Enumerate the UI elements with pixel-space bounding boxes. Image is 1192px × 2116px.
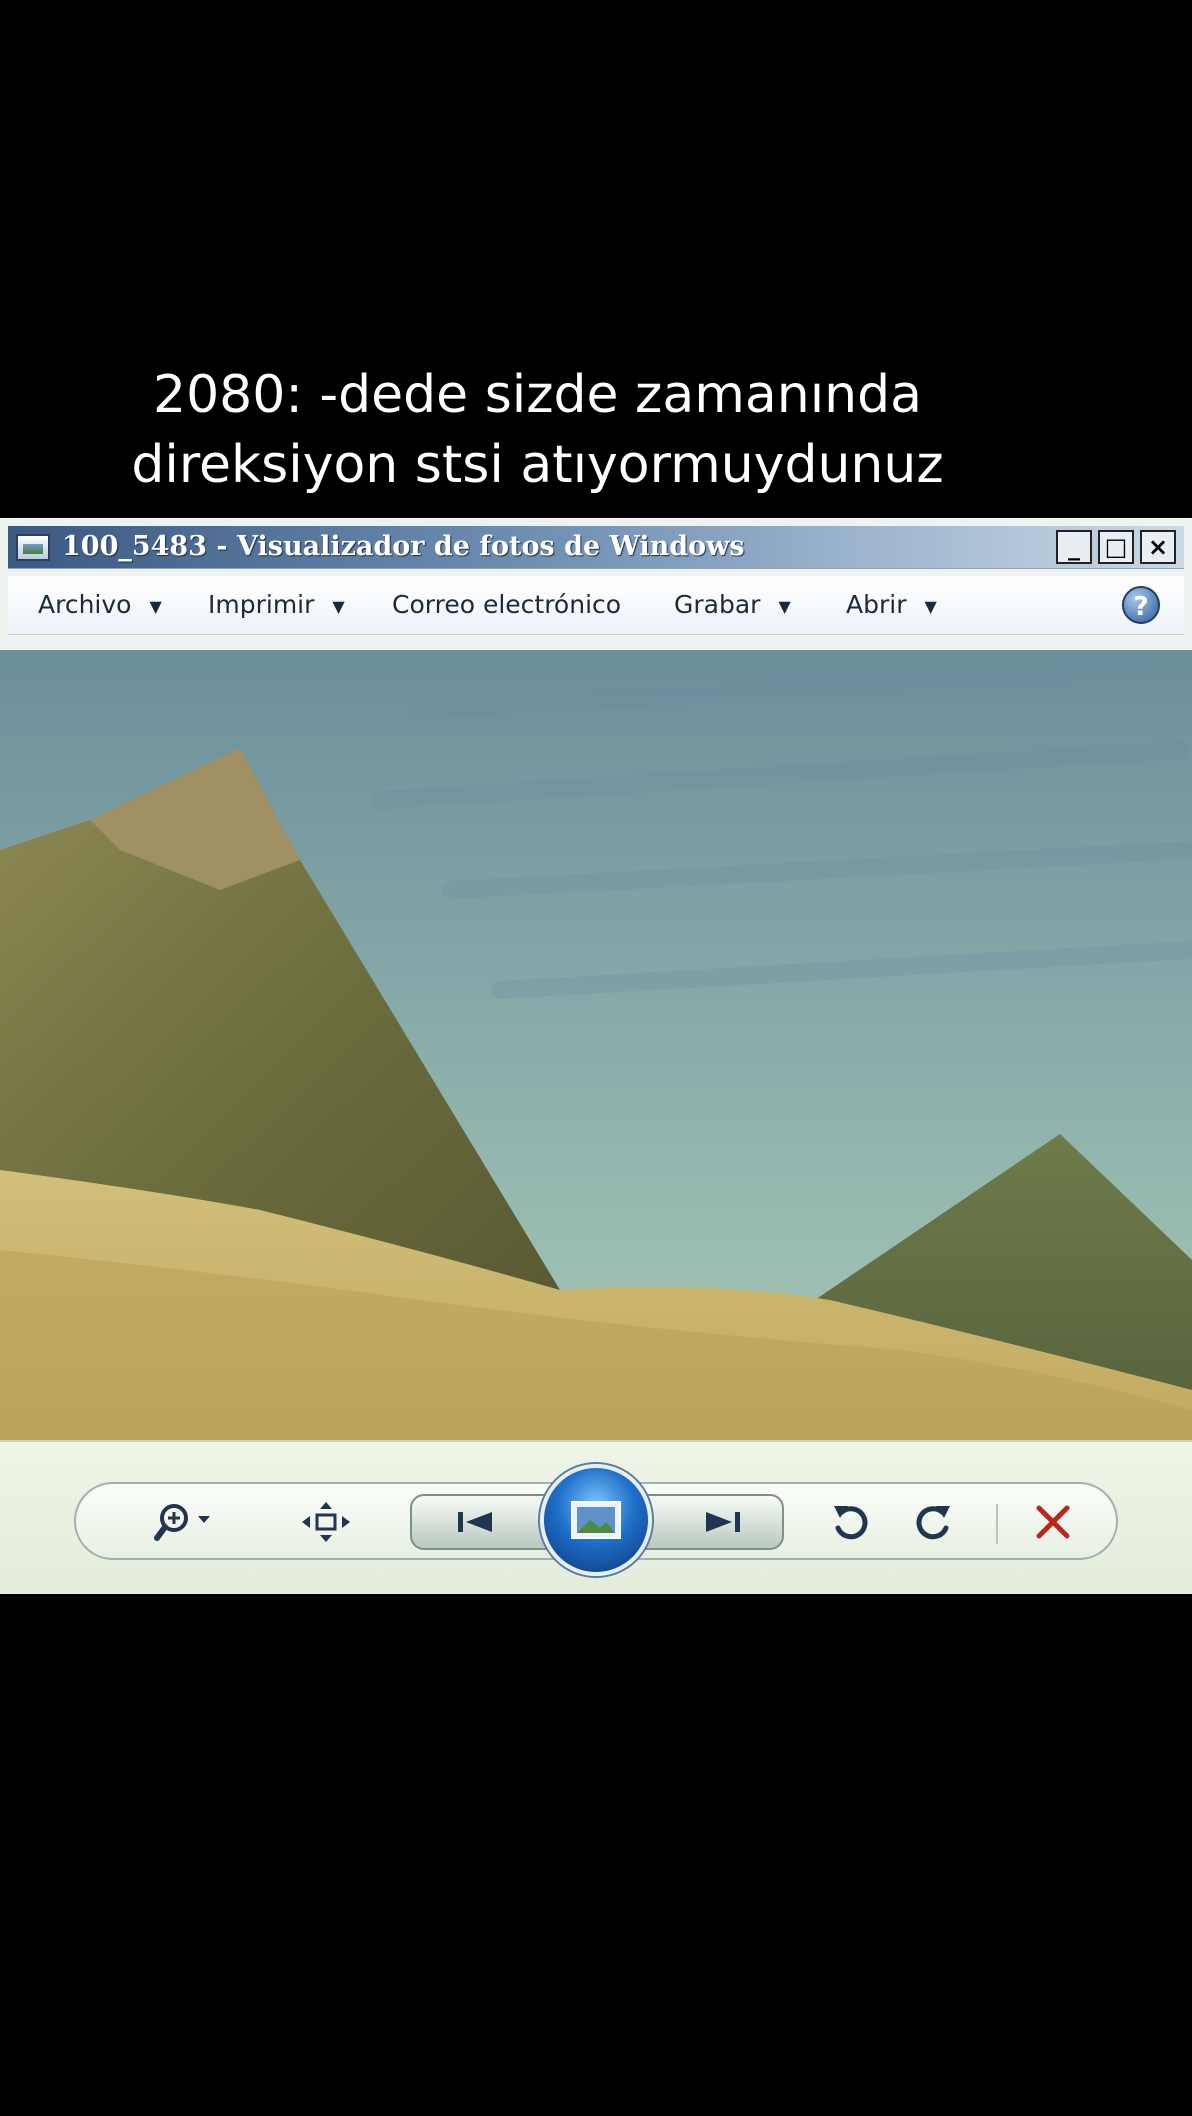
slideshow-icon (571, 1501, 621, 1539)
control-bar (0, 1440, 1192, 1594)
actual-size-button[interactable] (296, 1498, 356, 1546)
menu-abrir[interactable]: Abrir ▼ (846, 590, 937, 619)
minimize-button[interactable]: _ (1056, 530, 1092, 564)
maximize-button[interactable]: □ (1098, 530, 1134, 564)
help-icon[interactable]: ? (1122, 586, 1160, 624)
rotate-counterclockwise-button[interactable] (820, 1496, 880, 1548)
app-icon (16, 534, 50, 561)
menu-archivo-label: Archivo (38, 590, 132, 619)
chevron-down-icon: ▼ (332, 596, 345, 616)
toolbar-divider (996, 1504, 998, 1544)
next-button[interactable] (686, 1498, 758, 1546)
previous-icon (458, 1512, 492, 1532)
caption-line-1: 2080: -dede sizde zamanında (153, 365, 922, 425)
pyramids-photo (0, 661, 1192, 1440)
menu-archivo[interactable]: Archivo ▼ (38, 590, 162, 619)
menu-correo-label: Correo electrónico (392, 590, 622, 619)
chevron-down-icon: ▼ (924, 596, 937, 616)
zoom-button[interactable] (146, 1498, 226, 1546)
previous-button[interactable] (440, 1498, 512, 1546)
window-controls: _ □ × (1056, 530, 1176, 564)
close-button[interactable]: × (1140, 530, 1176, 564)
window-title: 100_5483 - Visualizador de fotos de Wind… (62, 531, 745, 562)
photo-viewer-window: 100_5483 - Visualizador de fotos de Wind… (0, 518, 1192, 1594)
menu-grabar[interactable]: Grabar ▼ (674, 590, 791, 619)
chevron-down-icon: ▼ (778, 596, 791, 616)
title-bar[interactable]: 100_5483 - Visualizador de fotos de Wind… (8, 526, 1184, 569)
caption-line-2: direksiyon stsi atıyormuydunuz (131, 435, 944, 495)
menu-grabar-label: Grabar (674, 590, 761, 619)
menu-bar: Archivo ▼ Imprimir ▼ Correo electrónico Gr… (8, 576, 1184, 635)
chevron-down-icon: ▼ (149, 596, 162, 616)
actual-size-icon (302, 1502, 350, 1542)
zoom-icon (154, 1504, 210, 1541)
photo-display (0, 650, 1192, 1440)
menu-imprimir[interactable]: Imprimir ▼ (208, 590, 345, 619)
delete-icon (1036, 1505, 1070, 1539)
sky-streaks (371, 661, 1192, 999)
menu-imprimir-label: Imprimir (208, 590, 315, 619)
rotate-counterclockwise-icon (834, 1506, 868, 1540)
delete-button[interactable] (1022, 1496, 1084, 1548)
rotate-clockwise-button[interactable] (904, 1496, 964, 1548)
menu-correo-electronico[interactable]: Correo electrónico (392, 590, 621, 619)
slideshow-button[interactable] (540, 1464, 652, 1576)
meme-caption: 2080: -dede sizde zamanında direksiyon s… (0, 360, 1075, 500)
rotate-clockwise-icon (916, 1506, 950, 1540)
next-icon (706, 1512, 740, 1532)
menu-abrir-label: Abrir (846, 590, 907, 619)
